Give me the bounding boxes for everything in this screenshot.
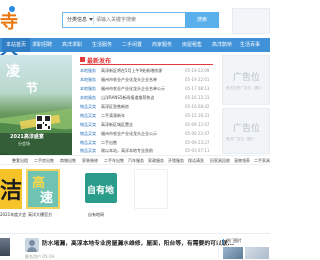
hot-image[interactable] [223,247,243,259]
category-link[interactable]: 保洁清洗 [188,157,204,165]
nav-item-lifestyle[interactable]: 生活百事 [240,38,260,52]
hot-news: 防水堵漏，高淳本地专业房屋漏水维修，屋面，阳台等，有需要的可以联... 匿名用户… [0,233,270,260]
category-link[interactable]: 开锁服务 [168,157,184,165]
ad-slot-1[interactable]: 广告位 首页左侧广告位（图1） [222,55,270,105]
nav-item-jobs[interactable]: 求职招聘 [32,38,52,52]
category-link[interactable]: 二手车出售 [104,157,124,165]
page: 寺大 分类信息 搜索 本站首页 求职招聘 高洋求职 生活服务 二手闲置 商家服务… [0,0,270,260]
hot-images-title: 热门图片 [223,238,242,244]
search-category-select[interactable]: 分类信息 [67,15,94,25]
hot-news-headline[interactable]: 防水堵漏，高淳本地专业房屋漏水维修，屋面，阳台等，有需要的可以联... [42,238,234,247]
category-link[interactable]: 宠物领养 [234,157,250,165]
banner-title-char: 凌 [6,64,20,80]
category-link[interactable]: 旧家具回收 [210,157,230,165]
ad-slot-2[interactable]: 广告位 首页广告位（图2） [222,108,270,154]
nav-item-housing[interactable]: 房屋租售 [182,38,202,52]
tile-1[interactable]: 洁 [0,169,22,209]
tile-3[interactable]: 自有地 [84,169,118,209]
list-item[interactable]: 本地服务 山洋RANS5新闻报道推荐热议 05-16 12:31 [80,93,213,102]
list-item[interactable]: 物品买卖 刚以本站，高洋本地专业洗前 05-03 07:11 [80,146,213,155]
ad-label: 广告位 [233,73,261,83]
category-link[interactable]: 商铺出售 [60,157,76,165]
tile-char: 自有地 [87,186,115,196]
latest-posts: 最新发布 本地服务 高淳新区将在5月上午9处新增房源 05-19 22:09 本地服… [80,55,213,155]
nav-item-job-seeking[interactable]: 高洋求职 [62,38,82,52]
list-icon [80,57,85,62]
search-separator [93,15,94,25]
qr-code-icon [36,115,51,130]
promo-banner[interactable]: 凌 节 2021高淳盛宴 分会场 [0,55,72,155]
list-item[interactable]: 物品买卖 高淳新区城区置业 05-09 12:47 [80,120,213,129]
tile-char: 速 [40,191,54,206]
latest-posts-title: 最新发布 [87,58,112,65]
category-link[interactable]: 家政服务 [148,157,164,165]
main-nav: 本站首页 求职招聘 高洋求职 生活服务 二手闲置 商家服务 房屋租售 高洋鹊桥 … [0,38,270,52]
search-bar: 分类信息 搜索 [62,12,219,28]
banner-title-char: 节 [26,81,39,95]
category-link[interactable]: 家装装修 [82,157,98,165]
tile-caption[interactable]: 高洋大爆官方 [28,212,52,218]
search-input[interactable] [96,14,186,26]
site-header: 寺大 分类信息 搜索 [0,0,270,59]
list-item[interactable]: 本地服务 高淳新区将在5月上午9处新增房源 05-19 22:09 [80,66,213,75]
category-link[interactable]: 二手房出售 [34,157,54,165]
tile-4[interactable] [134,169,168,209]
nav-item-dating[interactable]: 高洋鹊桥 [212,38,232,52]
header-ad[interactable] [232,8,270,34]
ad-sublabel: 首页左侧广告位（图1） [226,86,265,90]
nav-item-second-hand[interactable]: 二手闲置 [122,38,142,52]
banner-subcaption: 分会场 [18,141,30,146]
logo-text: 寺大 [0,12,18,59]
hot-news-thumbnail[interactable] [0,238,10,256]
nav-item-life-services[interactable]: 生活服务 [92,38,112,52]
search-button[interactable]: 搜索 [185,12,219,28]
tile-2[interactable]: 高 速 [26,169,60,209]
avatar [25,238,39,252]
category-link[interactable]: 二手家具 [254,157,270,165]
list-item[interactable]: 物品买卖 福州市农业产业化龙头企业公示 05-09 22:47 [80,129,213,138]
banner-caption: 2021高淳盛宴 [10,134,44,140]
ad-label: 广告位 [233,124,261,134]
hot-images: 热门图片 [218,237,270,259]
nav-item-merchant[interactable]: 商家服务 [152,38,172,52]
list-item[interactable]: 本地服务 福州市农业产业化龙头企业名单公示 05-17 08:13 [80,84,213,93]
list-item[interactable]: 物品买卖 二手滴滴新车 05-15 16:31 [80,111,213,120]
ad-sublabel: 首页广告位（图2） [226,137,258,141]
list-item[interactable]: 物品买卖 高淳区急售新房 05-16 08:42 [80,102,213,111]
nav-item-home[interactable]: 本站首页 [2,38,31,52]
latest-posts-header: 最新发布 [80,55,213,65]
list-item[interactable]: 本地服务 福州市农业产业化龙头企业名单 05-19 22:01 [80,75,213,84]
category-strip: 整套出租 二手房出售 商铺出售 家装装修 二手车出售 汽车服务 家政服务 开锁服… [0,155,270,165]
hot-news-meta: 匿名用户 05-19 [25,254,54,259]
category-link[interactable]: 整套出租 [12,157,28,165]
category-link[interactable]: 汽车服务 [128,157,144,165]
hot-image[interactable] [245,247,269,259]
tile-char: 洁 [0,178,22,204]
tile-caption[interactable]: 2021年度大会 [0,212,26,218]
tile-caption[interactable]: 自有地网 [88,212,104,218]
